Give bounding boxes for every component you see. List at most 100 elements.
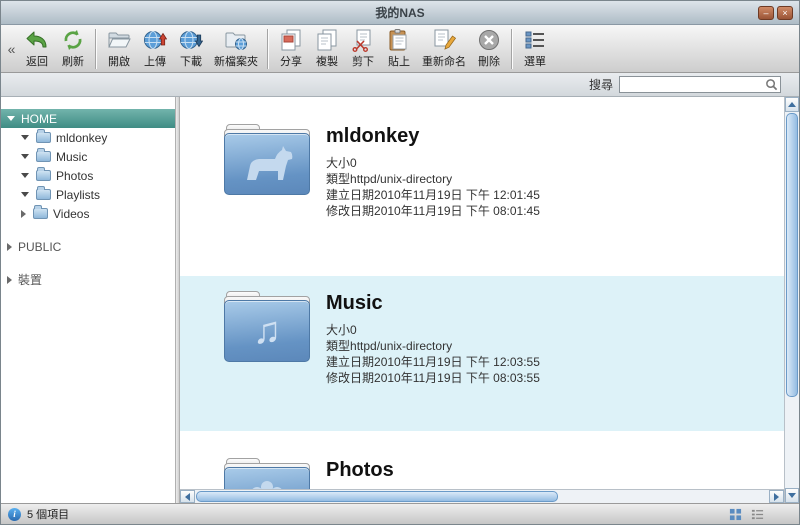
modified-label: 修改日期 <box>326 371 374 385</box>
toolbar-separator <box>95 29 97 69</box>
search-box <box>619 76 781 93</box>
music-note-glyph: ♫ <box>253 312 282 350</box>
type-value: httpd/unix-directory <box>350 339 452 353</box>
titlebar: 我的NAS – × <box>1 1 799 25</box>
toolbar-collapse-button[interactable]: « <box>4 41 19 57</box>
item-count-text: 5 個項目 <box>27 506 69 522</box>
open-button[interactable]: 開啟 <box>101 26 137 71</box>
cut-button[interactable]: 剪下 <box>345 26 381 71</box>
folder-body <box>224 467 310 489</box>
rename-button[interactable]: 重新命名 <box>417 26 471 71</box>
folder-icon <box>36 189 51 200</box>
toolbar-button-label: 選單 <box>524 53 546 69</box>
sidebar-item-videos[interactable]: Videos <box>1 204 175 223</box>
type-label: 類型 <box>326 172 350 186</box>
window-controls: – × <box>758 6 799 20</box>
scroll-track[interactable] <box>559 490 769 503</box>
chevron-down-icon <box>21 154 29 159</box>
sidebar-item-music[interactable]: Music <box>1 147 175 166</box>
delete-button[interactable]: 刪除 <box>471 26 507 71</box>
share-icon <box>279 28 303 52</box>
modified-label: 修改日期 <box>326 204 374 218</box>
open-folder-icon <box>107 28 131 52</box>
arrow-down-icon <box>788 493 796 498</box>
sidebar-item-label: Music <box>56 150 87 164</box>
toolbar-button-label: 開啟 <box>108 53 130 69</box>
file-name: Photos <box>326 459 452 482</box>
info-icon: i <box>8 508 21 521</box>
file-item-music[interactable]: ♫ Music 大小0 類型httpd/unix-directory 建立日期2… <box>180 276 784 431</box>
main-area: HOME mldonkey Music Photos Playlists <box>1 97 799 503</box>
donkey-glyph <box>239 144 295 184</box>
sidebar-item-mldonkey[interactable]: mldonkey <box>1 128 175 147</box>
created-value: 2010年11月19日 下午 12:03:55 <box>374 355 540 369</box>
scroll-right-button[interactable] <box>769 490 784 503</box>
back-button[interactable]: 返回 <box>19 26 55 71</box>
photos-folder-icon <box>224 467 310 489</box>
created-label: 建立日期 <box>326 188 374 202</box>
type-value: httpd/unix-directory <box>350 172 452 186</box>
paste-button[interactable]: 貼上 <box>381 26 417 71</box>
sidebar-item-label: PUBLIC <box>18 240 61 254</box>
search-label: 搜尋 <box>589 76 613 93</box>
file-size: 大小0 <box>326 322 540 338</box>
scroll-left-button[interactable] <box>180 490 195 503</box>
folder-body <box>224 133 310 195</box>
minimize-button[interactable]: – <box>758 6 774 20</box>
close-button[interactable]: × <box>777 6 793 20</box>
file-created: 建立日期2010年11月19日 下午 12:01:45 <box>326 187 540 203</box>
folder-icon <box>36 170 51 181</box>
modified-value: 2010年11月19日 下午 08:01:45 <box>374 204 540 218</box>
created-value: 2010年11月19日 下午 12:01:45 <box>374 188 540 202</box>
flower-glyph <box>245 478 289 489</box>
file-item-photos[interactable]: Photos 大小0 類型httpd/unix-directory <box>180 443 784 489</box>
copy-icon <box>315 28 339 52</box>
delete-icon <box>477 28 501 52</box>
file-item-mldonkey[interactable]: mldonkey 大小0 類型httpd/unix-directory 建立日期… <box>180 109 784 264</box>
paste-icon <box>387 28 411 52</box>
grid-view-icon[interactable] <box>729 508 742 521</box>
download-button[interactable]: 下載 <box>173 26 209 71</box>
file-modified: 修改日期2010年11月19日 下午 08:03:55 <box>326 370 540 386</box>
toolbar-separator <box>511 29 513 69</box>
view-mode-switcher <box>729 508 792 521</box>
refresh-button[interactable]: 刷新 <box>55 26 91 71</box>
scroll-track[interactable] <box>785 398 799 488</box>
toolbar-button-label: 重新命名 <box>422 53 466 69</box>
scroll-down-button[interactable] <box>785 488 799 503</box>
statusbar: i 5 個項目 <box>1 503 799 524</box>
file-name: Music <box>326 292 540 315</box>
sidebar-item-label: Playlists <box>56 188 100 202</box>
file-info: Music 大小0 類型httpd/unix-directory 建立日期201… <box>326 292 540 386</box>
horizontal-scrollbar[interactable] <box>180 489 784 503</box>
arrow-right-icon <box>774 493 779 501</box>
folder-icon <box>33 208 48 219</box>
vertical-scroll-thumb[interactable] <box>786 113 798 397</box>
nas-window: 我的NAS – × « 返回 刷新 開啟 上傳 下載 <box>0 0 800 525</box>
sidebar-item-photos[interactable]: Photos <box>1 166 175 185</box>
horizontal-scroll-thumb[interactable] <box>196 491 558 502</box>
scroll-up-button[interactable] <box>785 97 799 112</box>
new-folder-icon <box>224 28 248 52</box>
copy-button[interactable]: 複製 <box>309 26 345 71</box>
file-list: mldonkey 大小0 類型httpd/unix-directory 建立日期… <box>180 97 784 489</box>
search-icon[interactable] <box>765 78 778 91</box>
chevron-down-icon <box>21 173 29 178</box>
sidebar-item-playlists[interactable]: Playlists <box>1 185 175 204</box>
sidebar-item-home[interactable]: HOME <box>1 109 175 128</box>
sidebar-item-public[interactable]: PUBLIC <box>1 237 175 256</box>
share-button[interactable]: 分享 <box>273 26 309 71</box>
toolbar-button-label: 刪除 <box>478 53 500 69</box>
list-view-icon[interactable] <box>751 508 764 521</box>
chevron-right-icon <box>7 243 12 251</box>
vertical-scrollbar[interactable] <box>784 97 799 503</box>
size-label: 大小 <box>326 156 350 170</box>
menu-button[interactable]: 選單 <box>517 26 553 71</box>
file-type: 類型httpd/unix-directory <box>326 338 540 354</box>
sidebar-item-devices[interactable]: 裝置 <box>1 270 175 289</box>
chevron-down-icon <box>21 192 29 197</box>
search-input[interactable] <box>623 78 765 91</box>
new-folder-button[interactable]: 新檔案夾 <box>209 26 263 71</box>
upload-button[interactable]: 上傳 <box>137 26 173 71</box>
cut-icon <box>351 28 375 52</box>
